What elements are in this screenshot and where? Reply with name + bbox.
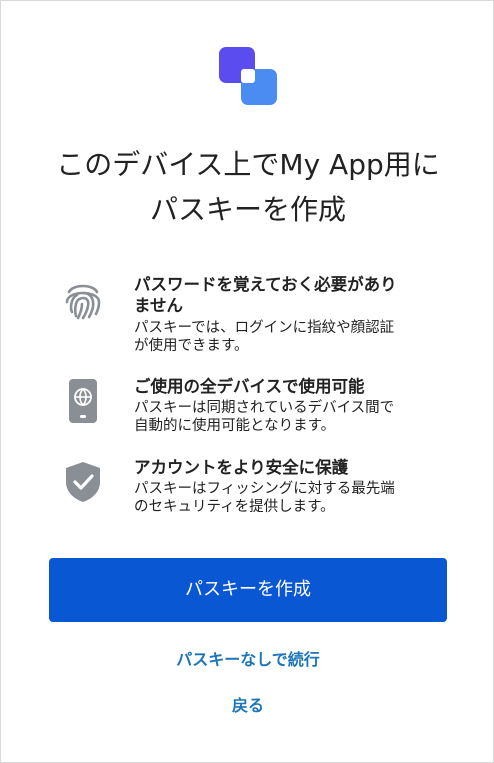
feature-description: パスキーはフィッシングに対する最先端 のセキュリティを提供します。 bbox=[134, 480, 454, 516]
feature-description-line: パスキーはフィッシングに対する最先端 bbox=[134, 481, 395, 497]
create-passkey-button[interactable]: パスキーを作成 bbox=[49, 558, 447, 622]
feature-heading-line: パスワードを覚えておく必要があり bbox=[134, 275, 397, 294]
feature-description-line: パスキーは同期されているデバイス間で bbox=[134, 400, 395, 416]
page-title: このデバイス上でMy App用に パスキーを作成 bbox=[21, 142, 475, 232]
feature-text: パスワードを覚えておく必要があり ません パスキーでは、ログインに指紋や顔認証 … bbox=[134, 274, 454, 355]
device-sync-icon bbox=[60, 378, 106, 424]
fingerprint-icon bbox=[60, 277, 106, 323]
feature-description-line: パスキーでは、ログインに指紋や顔認証 bbox=[134, 320, 395, 336]
passkey-dialog: このデバイス上でMy App用に パスキーを作成 パスワードを覚えておく必要があ… bbox=[0, 0, 494, 763]
feature-description-line: 自動的に使用可能となります。 bbox=[134, 418, 336, 434]
feature-description: パスキーは同期されているデバイス間で 自動的に使用可能となります。 bbox=[134, 399, 454, 435]
title-line-2: パスキーを作成 bbox=[149, 193, 346, 226]
feature-heading-line: ません bbox=[134, 296, 184, 315]
feature-description: パスキーでは、ログインに指紋や顔認証 が使用できます。 bbox=[134, 319, 454, 355]
continue-without-passkey-link[interactable]: パスキーなしで続行 bbox=[1, 646, 494, 670]
app-logo-icon bbox=[219, 47, 277, 105]
feature-text: アカウントをより安全に保護 パスキーはフィッシングに対する最先端 のセキュリティ… bbox=[134, 457, 454, 516]
shield-check-icon bbox=[60, 459, 106, 505]
feature-heading: アカウントをより安全に保護 bbox=[134, 458, 349, 477]
feature-description-line: が使用できます。 bbox=[134, 338, 249, 354]
feature-description-line: のセキュリティを提供します。 bbox=[134, 499, 335, 515]
back-link[interactable]: 戻る bbox=[1, 692, 494, 716]
feature-text: ご使用の全デバイスで使用可能 パスキーは同期されているデバイス間で 自動的に使用… bbox=[134, 376, 454, 435]
title-line-1: このデバイス上でMy App用に bbox=[56, 148, 440, 181]
feature-heading: ご使用の全デバイスで使用可能 bbox=[134, 377, 365, 396]
feature-heading: パスワードを覚えておく必要があり ません bbox=[134, 274, 454, 316]
